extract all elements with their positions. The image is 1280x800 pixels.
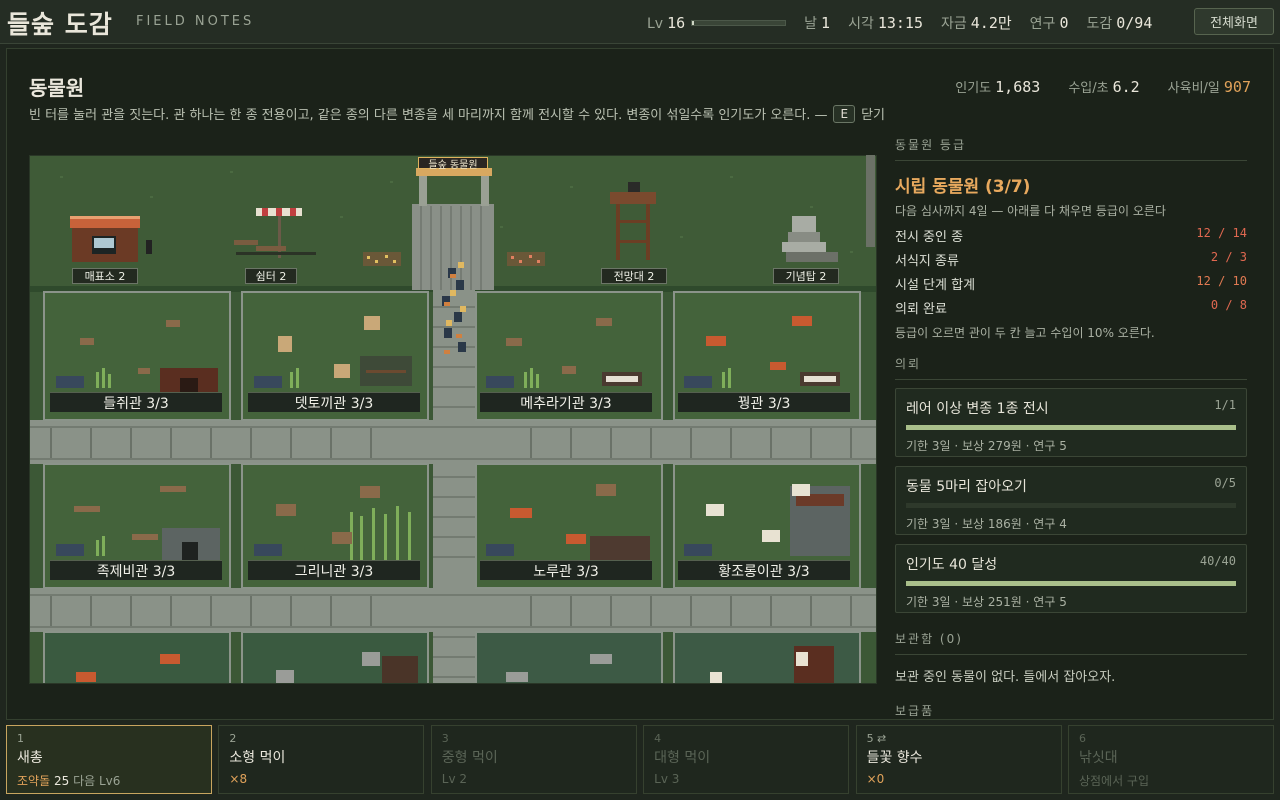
grade-header: 동물원 등급 — [895, 136, 1247, 161]
quest-progress: 0/5 — [1214, 476, 1236, 490]
popularity-stat: 인기도 1,683 — [955, 78, 1041, 96]
zoo-stats: 인기도 1,683 수입/초 6.2 사육비/일 907 — [927, 77, 1251, 96]
quest-title: 레어 이상 변종 1종 전시 — [906, 401, 1049, 417]
top-bar: 들숲 도감 FIELD NOTES Lv 16 날1 시각 13:15 자금 4.2만… — [0, 0, 1280, 44]
quest-title: 인기도 40 달성 — [906, 557, 998, 573]
requirement-row: 의뢰 완료 0 / 8 — [895, 298, 1247, 317]
storage-header: 보관함 (0) — [895, 630, 1247, 655]
quest-card[interactable]: 인기도 40 달성 40/40 기한 3일 · 보상 251원 · 연구 5 — [895, 544, 1247, 613]
panel-title: 동물원 — [29, 76, 85, 100]
xp-bar-fill — [692, 20, 695, 25]
enclosure-label[interactable]: 메추라기관 3/3 — [480, 392, 652, 412]
hotbar-slot-fishing-rod[interactable]: 6 낚싯대 상점에서 구입 — [1067, 725, 1274, 794]
facility-label-ticket-booth[interactable]: 매표소 2 — [72, 268, 138, 284]
game-title: 들숲 도감 — [7, 10, 113, 39]
quest-card[interactable]: 동물 5마리 잡아오기 0/5 기한 3일 · 보상 186원 · 연구 4 — [895, 466, 1247, 535]
enclosure-label[interactable]: 들쥐관 3/3 — [50, 392, 222, 412]
supply-header: 보급품 — [895, 704, 935, 718]
time-stat: 시각 13:15 — [848, 13, 923, 32]
level-stat: Lv 16 — [647, 13, 686, 32]
quest-meta: 기한 3일 · 보상 186원 · 연구 4 — [906, 517, 1067, 531]
xp-bar — [691, 19, 787, 26]
zoo-map-canvas — [30, 156, 876, 683]
dex-stat: 도감 0/94 — [1086, 13, 1153, 32]
income-stat: 수입/초 6.2 — [1068, 78, 1140, 96]
storage-empty-text: 보관 중인 동물이 없다. 들에서 잡아오자. — [895, 670, 1116, 685]
grade-subtitle: 다음 심사까지 4일 — 아래를 다 채우면 등급이 오른다 — [895, 204, 1166, 218]
enclosure-label[interactable]: 꿩관 3/3 — [678, 392, 850, 412]
requirement-row: 서식지 종류 2 / 3 — [895, 250, 1247, 269]
quest-header: 의뢰 — [895, 355, 1247, 380]
facility-label-monument[interactable]: 기념탑 2 — [773, 268, 839, 284]
quest-title: 동물 5마리 잡아오기 — [906, 479, 1027, 495]
fullscreen-button[interactable]: 전체화면 — [1194, 8, 1274, 35]
day-stat: 날1 — [804, 13, 831, 32]
feed-cost-stat: 사육비/일 907 — [1167, 78, 1251, 96]
enclosure-label[interactable]: 황조롱이관 3/3 — [678, 560, 850, 580]
quest-progress: 40/40 — [1199, 554, 1236, 568]
hotbar-slot-slingshot[interactable]: 1 새총 조약돌 25 다음 Lv6 — [6, 725, 212, 794]
quest-progress-bar — [906, 503, 1236, 508]
quest-meta: 기한 3일 · 보상 251원 · 연구 5 — [906, 595, 1067, 609]
close-key-hint[interactable]: E — [833, 104, 856, 123]
status-stats: Lv 16 날1 시각 13:15 자금 4.2만 연구 0 도감 0/94 — [647, 12, 1170, 33]
quest-progress-bar — [906, 425, 1236, 430]
facility-label-shelter[interactable]: 쉼터 2 — [245, 268, 297, 284]
enclosure-label[interactable]: 뎃토끼관 3/3 — [248, 392, 420, 412]
grade-footnote: 등급이 오르면 관이 두 칸 늘고 수입이 10% 오른다. — [895, 326, 1155, 340]
item-hotbar: 1 새총 조약돌 25 다음 Lv6 2 소형 먹이 ×8 3 중형 먹이 Lv… — [6, 725, 1274, 794]
side-panel: 동물원 등급 시립 동물원 (3/7) 다음 심사까지 4일 — 아래를 다 채… — [895, 136, 1247, 726]
requirement-row: 시설 단계 합계 12 / 10 — [895, 274, 1247, 293]
map-scrollbar[interactable] — [866, 155, 875, 247]
quest-progress-bar — [906, 581, 1236, 586]
enclosure-label[interactable]: 족제비관 3/3 — [50, 560, 222, 580]
quest-meta: 기한 3일 · 보상 279원 · 연구 5 — [906, 439, 1067, 453]
quest-card[interactable]: 레어 이상 변종 1종 전시 1/1 기한 3일 · 보상 279원 · 연구 5 — [895, 388, 1247, 457]
hotbar-slot-small-feed[interactable]: 2 소형 먹이 ×8 — [218, 725, 425, 794]
hotbar-slot-large-feed[interactable]: 4 대형 먹이 Lv 3 — [643, 725, 850, 794]
hotbar-slot-medium-feed[interactable]: 3 중형 먹이 Lv 2 — [430, 725, 637, 794]
zoo-grade: 시립 동물원 (3/7) — [895, 177, 1031, 197]
hotbar-slot-flower-perfume[interactable]: 5 ⇄ 들꽃 향수 ×0 — [855, 725, 1062, 794]
enclosure-label[interactable]: 그리니관 3/3 — [248, 560, 420, 580]
zoo-map[interactable]: 매표소 2 쉼터 2 전망대 2 기념탑 2 들쥐관 3/3 뎃토끼관 3/3 … — [29, 155, 877, 684]
requirement-row: 전시 중인 종 12 / 14 — [895, 226, 1247, 245]
money-stat: 자금 4.2만 — [941, 14, 1012, 32]
zoo-gate-sign: 들숲 동물원 — [418, 157, 488, 171]
enclosure-label[interactable]: 노루관 3/3 — [480, 560, 652, 580]
research-stat: 연구 0 — [1029, 13, 1069, 32]
panel-description: 빈 터를 눌러 관을 짓는다. 관 하나는 한 종 전용이고, 같은 종의 다른… — [29, 104, 885, 123]
quest-progress: 1/1 — [1214, 398, 1236, 412]
game-subtitle: FIELD NOTES — [136, 14, 255, 29]
facility-label-watchtower[interactable]: 전망대 2 — [601, 268, 667, 284]
